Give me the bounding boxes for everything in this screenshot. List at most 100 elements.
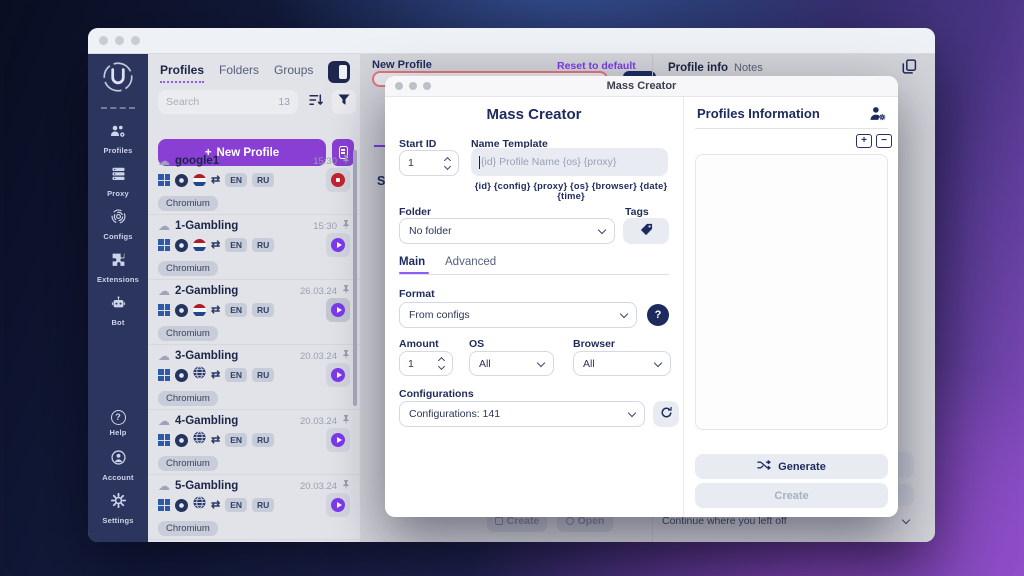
close-window-button[interactable] — [99, 36, 108, 45]
sidebar-item-configs[interactable]: Configs — [88, 205, 148, 245]
mass-creator-modal: Mass Creator Mass Creator Start ID Name … — [385, 76, 898, 517]
profile-card[interactable]: ☁ 1-Gambling 15:30 ⇄ EN RU Chrom — [148, 215, 360, 280]
refresh-configurations-button[interactable] — [653, 401, 679, 427]
sidebar-item-proxy[interactable]: Proxy — [88, 162, 148, 202]
start-profile-button[interactable] — [326, 298, 350, 322]
start-profile-button[interactable] — [326, 493, 350, 517]
netherlands-flag-icon — [193, 239, 206, 252]
stop-icon — [331, 173, 345, 187]
remove-profile-row-button[interactable]: − — [876, 134, 892, 148]
amount-stepper[interactable] — [439, 358, 444, 369]
sidebar-item-profiles[interactable]: Profiles — [88, 119, 148, 159]
language-badge: RU — [252, 368, 274, 382]
browser-engine-icon — [175, 239, 188, 252]
tab-notes[interactable]: Notes — [734, 62, 763, 74]
tab-main[interactable]: Main — [399, 256, 425, 268]
language-badge: EN — [225, 433, 247, 447]
start-profile-button[interactable] — [326, 233, 350, 257]
create-button[interactable]: Create — [695, 483, 888, 508]
tab-groups[interactable]: Groups — [274, 63, 313, 83]
tab-advanced[interactable]: Advanced — [445, 256, 496, 268]
browser-engine-icon — [175, 304, 188, 317]
windows-icon — [158, 499, 170, 511]
windows-icon — [158, 239, 170, 251]
text-cursor — [479, 156, 480, 169]
browser-select[interactable]: All — [573, 351, 671, 376]
proxy-swap-icon: ⇄ — [211, 500, 220, 511]
refresh-icon — [660, 406, 673, 422]
modal-column-divider — [683, 97, 684, 517]
sidebar-item-extensions[interactable]: Extensions — [88, 248, 148, 288]
sidebar-item-label: Profiles — [103, 146, 132, 155]
sidebar: Profiles Proxy Configs Extensions — [88, 54, 148, 542]
tab-profile-info[interactable]: Profile info — [668, 62, 728, 74]
play-icon — [331, 368, 345, 382]
globe-icon — [193, 431, 206, 449]
sidebar-item-bot[interactable]: Bot — [88, 291, 148, 331]
language-badge: RU — [252, 433, 274, 447]
chevron-down-icon — [628, 409, 636, 417]
profile-date: 20.03.24 — [300, 416, 337, 427]
sidebar-item-label: Configs — [103, 232, 132, 241]
cloud-icon: ☁ — [158, 415, 170, 427]
panel-collapse-button[interactable] — [328, 61, 350, 83]
language-badge: EN — [225, 498, 247, 512]
cloud-icon: ☁ — [158, 480, 170, 492]
profile-card[interactable]: ☁ 3-Gambling 20.03.24 ⇄ EN RU Ch — [148, 345, 360, 410]
filter-button[interactable] — [332, 90, 356, 114]
start-profile-button[interactable] — [326, 363, 350, 387]
search-input[interactable]: Search 13 — [158, 90, 298, 114]
tab-profiles[interactable]: Profiles — [160, 63, 204, 83]
tags-button[interactable] — [623, 218, 669, 244]
filter-icon — [338, 93, 350, 111]
chevron-down-icon[interactable] — [902, 516, 910, 524]
template-tokens[interactable]: {id} {config} {proxy} {os} {browser} {da… — [465, 181, 677, 201]
sidebar-item-account[interactable]: Account — [88, 446, 148, 486]
start-id-stepper[interactable] — [445, 158, 450, 169]
cloud-icon: ☁ — [158, 155, 170, 167]
browser-label: Browser — [573, 338, 615, 350]
profile-card[interactable]: ☁ 4-Gambling 20.03.24 ⇄ EN RU Ch — [148, 410, 360, 475]
format-select[interactable]: From configs — [399, 302, 637, 328]
profile-card[interactable]: ☁ 5-Gambling 20.03.24 ⇄ EN RU Ch — [148, 475, 360, 540]
active-tab-underline — [399, 272, 429, 274]
sidebar-divider — [101, 107, 135, 109]
start-id-input[interactable]: 1 — [399, 150, 459, 176]
modal-window-title: Mass Creator — [385, 80, 898, 92]
profiles-preview-box — [695, 154, 888, 430]
minimize-window-button[interactable] — [115, 36, 124, 45]
profile-tag: Chromium — [158, 261, 218, 276]
profile-name: 1-Gambling — [175, 220, 238, 232]
profile-card[interactable]: ☁ google1 15:30 ⇄ EN RU Chromium — [148, 150, 360, 215]
language-badge: RU — [252, 498, 274, 512]
generate-button[interactable]: Generate — [695, 454, 888, 479]
copy-icon[interactable] — [902, 59, 917, 79]
tag-icon — [640, 223, 653, 239]
os-select[interactable]: All — [469, 351, 554, 376]
language-badge: RU — [252, 303, 274, 317]
configurations-select[interactable]: Configurations: 141 — [399, 401, 645, 427]
format-help-button[interactable]: ? — [647, 304, 669, 326]
add-profile-row-button[interactable]: + — [856, 134, 872, 148]
app-logo-icon — [100, 59, 136, 100]
start-profile-button[interactable] — [326, 428, 350, 452]
sidebar-item-settings[interactable]: Settings — [88, 489, 148, 529]
tab-folders[interactable]: Folders — [219, 63, 259, 83]
user-settings-icon[interactable] — [869, 106, 887, 126]
chevron-down-icon — [654, 358, 662, 366]
profiles-scrollbar[interactable] — [353, 150, 357, 406]
zoom-controls: + − — [856, 134, 892, 148]
cloud-icon: ☁ — [158, 285, 170, 297]
stop-profile-button[interactable] — [326, 168, 350, 192]
sidebar-item-help[interactable]: ? Help — [88, 403, 148, 443]
proxy-swap-icon: ⇄ — [211, 175, 220, 186]
sort-button[interactable] — [304, 90, 328, 114]
folder-select[interactable]: No folder — [399, 218, 615, 244]
name-template-placeholder: {id} Profile Name {os} {proxy} — [481, 156, 616, 168]
name-template-input[interactable]: {id} Profile Name {os} {proxy} — [471, 148, 668, 176]
profile-card[interactable]: ☁ 2-Gambling 26.03.24 ⇄ EN RU Ch — [148, 280, 360, 345]
amount-input[interactable]: 1 — [399, 351, 453, 376]
proxy-swap-icon: ⇄ — [211, 370, 220, 381]
zoom-window-button[interactable] — [131, 36, 140, 45]
profiles-list: ☁ google1 15:30 ⇄ EN RU Chromium — [148, 150, 360, 542]
